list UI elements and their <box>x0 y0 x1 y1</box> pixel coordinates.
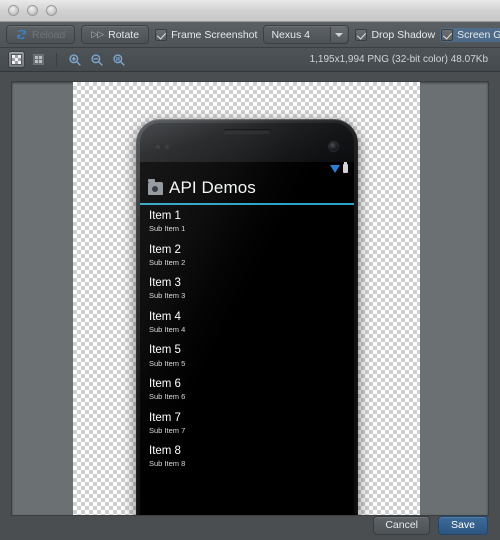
zoom-in-button[interactable] <box>66 51 83 68</box>
wifi-icon <box>330 164 340 173</box>
cancel-button[interactable]: Cancel <box>373 515 430 535</box>
list-item-title: Item 5 <box>149 344 181 357</box>
view-toolbar: 1,195x1,994 PNG (32-bit color) 48.07Kb <box>0 48 500 72</box>
list-item-title: Item 3 <box>149 277 181 290</box>
device-top-bezel <box>140 123 354 162</box>
save-button[interactable]: Save <box>438 515 488 535</box>
list-item[interactable]: Item 5 Sub Item 5 <box>140 339 354 373</box>
frame-screenshot-checkbox[interactable]: Frame Screenshot <box>155 28 258 41</box>
list-item-subtitle: Sub Item 6 <box>149 392 186 402</box>
screenshot-framer-window: Reload ▷▷ Rotate Frame Screenshot Nexus … <box>0 0 500 540</box>
reload-button[interactable]: Reload <box>6 25 76 44</box>
device-screen[interactable]: API Demos Item 1 Sub Item 1 Item 2 Sub I… <box>140 162 354 515</box>
checkerboard-icon <box>11 54 22 65</box>
android-action-bar: API Demos <box>140 175 354 205</box>
traffic-lights <box>8 5 57 16</box>
list-item-subtitle: Sub Item 2 <box>149 257 186 267</box>
rotate-button-label: Rotate <box>108 28 140 41</box>
list-item-subtitle: Sub Item 8 <box>149 459 186 469</box>
canvas-wrapper: API Demos Item 1 Sub Item 1 Item 2 Sub I… <box>0 72 500 516</box>
list-item-subtitle: Sub Item 4 <box>149 325 186 334</box>
toolbar-divider <box>56 52 57 67</box>
cancel-button-label: Cancel <box>385 519 418 531</box>
refresh-icon <box>16 29 27 40</box>
list-item-title: Item 1 <box>149 210 181 222</box>
screen-glare-label: Screen Glare <box>457 28 500 41</box>
list-item[interactable]: Item 4 Sub Item 4 <box>140 306 354 340</box>
zoom-in-icon <box>68 53 81 66</box>
list-item-title: Item 7 <box>149 411 181 424</box>
device-select[interactable]: Nexus 4 <box>263 25 350 44</box>
zoom-actual-size-button[interactable] <box>110 51 127 68</box>
transparency-toggle-button[interactable] <box>8 51 25 68</box>
device-frame-nexus-4: API Demos Item 1 Sub Item 1 Item 2 Sub I… <box>136 119 358 515</box>
grid-icon <box>33 54 44 65</box>
app-folder-icon <box>148 178 163 195</box>
zoom-actual-size-icon <box>112 53 125 66</box>
file-info-label: 1,195x1,994 PNG (32-bit color) 48.07Kb <box>309 54 488 65</box>
device-select-value: Nexus 4 <box>271 28 310 41</box>
checkbox-indicator <box>441 28 454 41</box>
save-button-label: Save <box>451 519 475 531</box>
chevron-down-icon <box>330 27 348 42</box>
window-titlebar <box>0 0 500 22</box>
grid-toggle-button[interactable] <box>30 51 47 68</box>
list-item-title: Item 8 <box>149 445 181 458</box>
zoom-out-button[interactable] <box>88 51 105 68</box>
screen-glare-checkbox[interactable]: Screen Glare <box>440 27 500 42</box>
device-body: API Demos Item 1 Sub Item 1 Item 2 Sub I… <box>140 123 354 515</box>
list-item-title: Item 2 <box>149 243 181 256</box>
app-title: API Demos <box>169 178 256 197</box>
drop-shadow-label: Drop Shadow <box>371 28 436 41</box>
checkbox-indicator <box>155 28 168 41</box>
front-camera-icon <box>329 142 338 151</box>
list-item[interactable]: Item 7 Sub Item 7 <box>140 407 354 441</box>
minimize-button[interactable] <box>27 5 38 16</box>
zoom-out-icon <box>90 53 103 66</box>
list-item[interactable]: Item 2 Sub Item 2 <box>140 239 354 273</box>
frame-screenshot-label: Frame Screenshot <box>171 28 258 41</box>
list-item-subtitle: Sub Item 3 <box>149 291 186 301</box>
earpiece-speaker-icon <box>224 129 270 133</box>
list-item[interactable]: Item 6 Sub Item 6 <box>140 373 354 407</box>
zoom-button[interactable] <box>46 5 57 16</box>
list-item-subtitle: Sub Item 1 <box>149 224 186 234</box>
close-button[interactable] <box>8 5 19 16</box>
list-item-title: Item 6 <box>149 377 181 390</box>
list-item-subtitle: Sub Item 7 <box>149 425 186 435</box>
checkbox-indicator <box>355 28 368 41</box>
reload-button-label: Reload <box>32 28 66 41</box>
demo-list[interactable]: Item 1 Sub Item 1 Item 2 Sub Item 2 Item… <box>140 205 354 474</box>
list-item-title: Item 4 <box>149 310 181 323</box>
drop-shadow-checkbox[interactable]: Drop Shadow <box>355 28 436 41</box>
proximity-sensor-icon <box>156 145 169 149</box>
list-item-subtitle: Sub Item 5 <box>149 358 186 368</box>
list-item[interactable]: Item 1 Sub Item 1 <box>140 205 354 239</box>
transparent-image-area: API Demos Item 1 Sub Item 1 Item 2 Sub I… <box>73 82 420 515</box>
main-toolbar: Reload ▷▷ Rotate Frame Screenshot Nexus … <box>0 22 500 48</box>
rotate-icon: ▷▷ <box>91 29 104 39</box>
list-item[interactable]: Item 8 Sub Item 8 <box>140 440 354 474</box>
android-status-bar <box>140 162 354 175</box>
battery-icon <box>343 162 348 173</box>
image-canvas[interactable]: API Demos Item 1 Sub Item 1 Item 2 Sub I… <box>11 81 489 516</box>
list-item[interactable]: Item 3 Sub Item 3 <box>140 272 354 306</box>
rotate-button[interactable]: ▷▷ Rotate <box>81 25 150 44</box>
